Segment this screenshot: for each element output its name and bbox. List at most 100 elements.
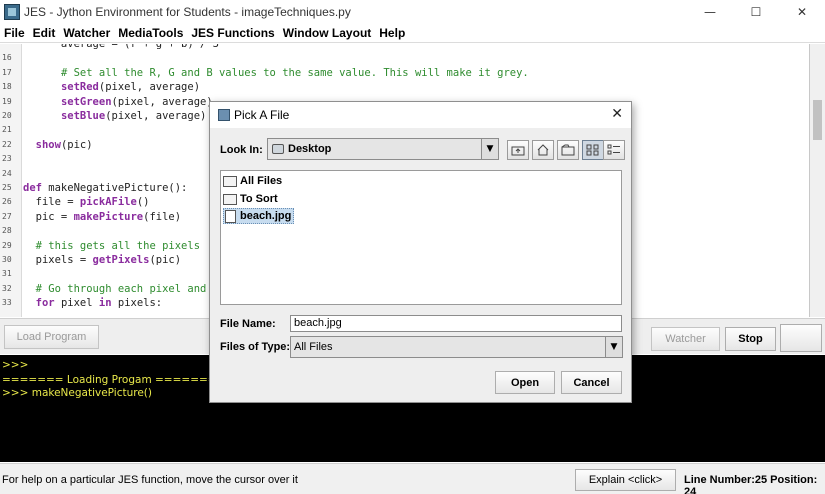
line-number: 26: [2, 197, 12, 207]
file-item-label: To Sort: [240, 193, 278, 205]
desktop-drive-icon: [272, 144, 284, 154]
code-line[interactable]: 18 setRed(pixel, average): [0, 80, 809, 94]
load-program-button[interactable]: Load Program: [4, 325, 99, 349]
code-text: def makeNegativePicture():: [23, 182, 188, 194]
code-text: for pixel in pixels:: [35, 297, 163, 310]
line-number: 22: [2, 139, 12, 149]
window-titlebar: JES - Jython Environment for Students - …: [0, 0, 825, 23]
line-number: 29: [2, 240, 12, 250]
layout-toggle-button[interactable]: [780, 324, 822, 352]
jes-app-icon: [4, 3, 20, 20]
line-number: 28: [2, 226, 12, 236]
up-one-level-button[interactable]: [507, 140, 529, 160]
list-view-button[interactable]: [582, 140, 604, 160]
files-of-type-value: All Files: [294, 341, 333, 353]
line-position-indicator: Line Number:25 Position: 24: [684, 474, 818, 494]
menu-help[interactable]: Help: [375, 26, 409, 40]
line-number: 23: [2, 154, 12, 164]
console-line: >>>: [2, 359, 29, 371]
code-text: setBlue(pixel, average): [60, 110, 207, 122]
menu-watcher[interactable]: Watcher: [59, 26, 114, 40]
file-item-label: All Files: [240, 175, 283, 187]
list-item[interactable]: beach.jpg: [223, 208, 295, 224]
folder-icon: [223, 175, 237, 187]
code-text: show(pic): [35, 138, 93, 151]
new-folder-icon: [561, 144, 575, 156]
code-text: # Set all the R, G and B values to the s…: [60, 66, 529, 79]
console-line: ======= Loading Progam =======: [2, 374, 217, 386]
line-number: 25: [2, 183, 12, 192]
minimize-button[interactable]: —: [687, 0, 733, 23]
dialog-title: Pick A File: [234, 108, 290, 122]
line-number: 19: [2, 96, 12, 106]
window-controls: — ☐ ✕: [687, 0, 825, 23]
cancel-button[interactable]: Cancel: [561, 371, 622, 394]
menu-edit[interactable]: Edit: [29, 26, 60, 40]
file-item-label: beach.jpg: [240, 210, 292, 222]
look-in-combo[interactable]: Desktop ▼: [267, 138, 499, 160]
window-title: JES - Jython Environment for Students - …: [24, 4, 351, 19]
line-number: 18: [2, 82, 12, 92]
watcher-button[interactable]: Watcher: [651, 327, 720, 351]
line-number: 30: [2, 255, 12, 264]
editor-scrollbar-thumb[interactable]: [813, 100, 822, 140]
console-line: >>> makeNegativePicture(): [2, 387, 152, 399]
list-item[interactable]: All Files: [223, 173, 284, 189]
close-window-button[interactable]: ✕: [779, 0, 825, 23]
line-number: 17: [2, 67, 12, 77]
help-hint-text: For help on a particular JES function, m…: [2, 474, 298, 486]
menu-bar: File Edit Watcher MediaTools JES Functio…: [0, 23, 825, 43]
code-text: pixels = getPixels(pic): [23, 254, 182, 266]
line-number: 32: [2, 283, 12, 293]
details-view-button[interactable]: [603, 140, 625, 160]
status-bar: For help on a particular JES function, m…: [0, 463, 825, 494]
line-number: 16: [2, 53, 12, 63]
explain-button[interactable]: Explain <click>: [575, 469, 676, 491]
look-in-label: Look In:: [220, 144, 263, 156]
menu-mediatools[interactable]: MediaTools: [114, 26, 187, 40]
file-name-label: File Name:: [220, 318, 276, 330]
line-number: 24: [2, 168, 12, 178]
home-button[interactable]: [532, 140, 554, 160]
dialog-app-icon: [218, 109, 230, 121]
code-line[interactable]: average = (r + g + b) / 3: [0, 44, 809, 51]
menu-file[interactable]: File: [0, 26, 29, 40]
home-icon: [537, 144, 549, 156]
line-number: 20: [2, 111, 12, 120]
list-view-icon: [586, 144, 599, 156]
up-folder-icon: [511, 146, 525, 156]
menu-window-layout[interactable]: Window Layout: [279, 26, 376, 40]
stop-button[interactable]: Stop: [725, 327, 776, 351]
chevron-down-icon[interactable]: ▼: [481, 139, 498, 159]
details-view-icon: [607, 144, 620, 155]
code-line[interactable]: 16: [0, 51, 809, 65]
code-text: pic = makePicture(file): [23, 210, 182, 223]
files-of-type-combo[interactable]: All Files ▼: [290, 336, 623, 358]
look-in-value: Desktop: [288, 143, 332, 155]
menu-jes-functions[interactable]: JES Functions: [187, 26, 278, 40]
code-text: file = pickAFile(): [23, 196, 150, 209]
dialog-titlebar: Pick A File ✕: [210, 102, 631, 128]
file-list[interactable]: All Files To Sort beach.jpg: [220, 170, 622, 305]
open-button[interactable]: Open: [495, 371, 555, 394]
code-text: average = (r + g + b) / 3: [23, 44, 219, 50]
chevron-down-icon[interactable]: ▼: [605, 337, 622, 357]
maximize-button[interactable]: ☐: [733, 0, 779, 23]
file-icon: [225, 209, 236, 223]
new-folder-button[interactable]: [557, 140, 579, 160]
code-text: # this gets all the pixels: [35, 239, 201, 252]
code-text: setGreen(pixel, average): [60, 95, 213, 108]
line-number: 33: [2, 298, 12, 308]
code-text: setRed(pixel, average): [60, 81, 201, 94]
line-number: 31: [2, 269, 12, 279]
line-number: 21: [2, 125, 12, 135]
list-item[interactable]: To Sort: [223, 191, 280, 207]
line-number: 27: [2, 211, 12, 221]
dialog-close-icon[interactable]: ✕: [611, 106, 623, 122]
file-name-input[interactable]: beach.jpg: [290, 315, 622, 332]
files-of-type-label: Files of Type:: [220, 341, 291, 353]
code-line[interactable]: 17 # Set all the R, G and B values to th…: [0, 66, 809, 80]
editor-scrollbar[interactable]: [810, 44, 825, 317]
folder-icon: [223, 193, 237, 205]
code-text: # Go through each pixel and m: [35, 282, 219, 295]
